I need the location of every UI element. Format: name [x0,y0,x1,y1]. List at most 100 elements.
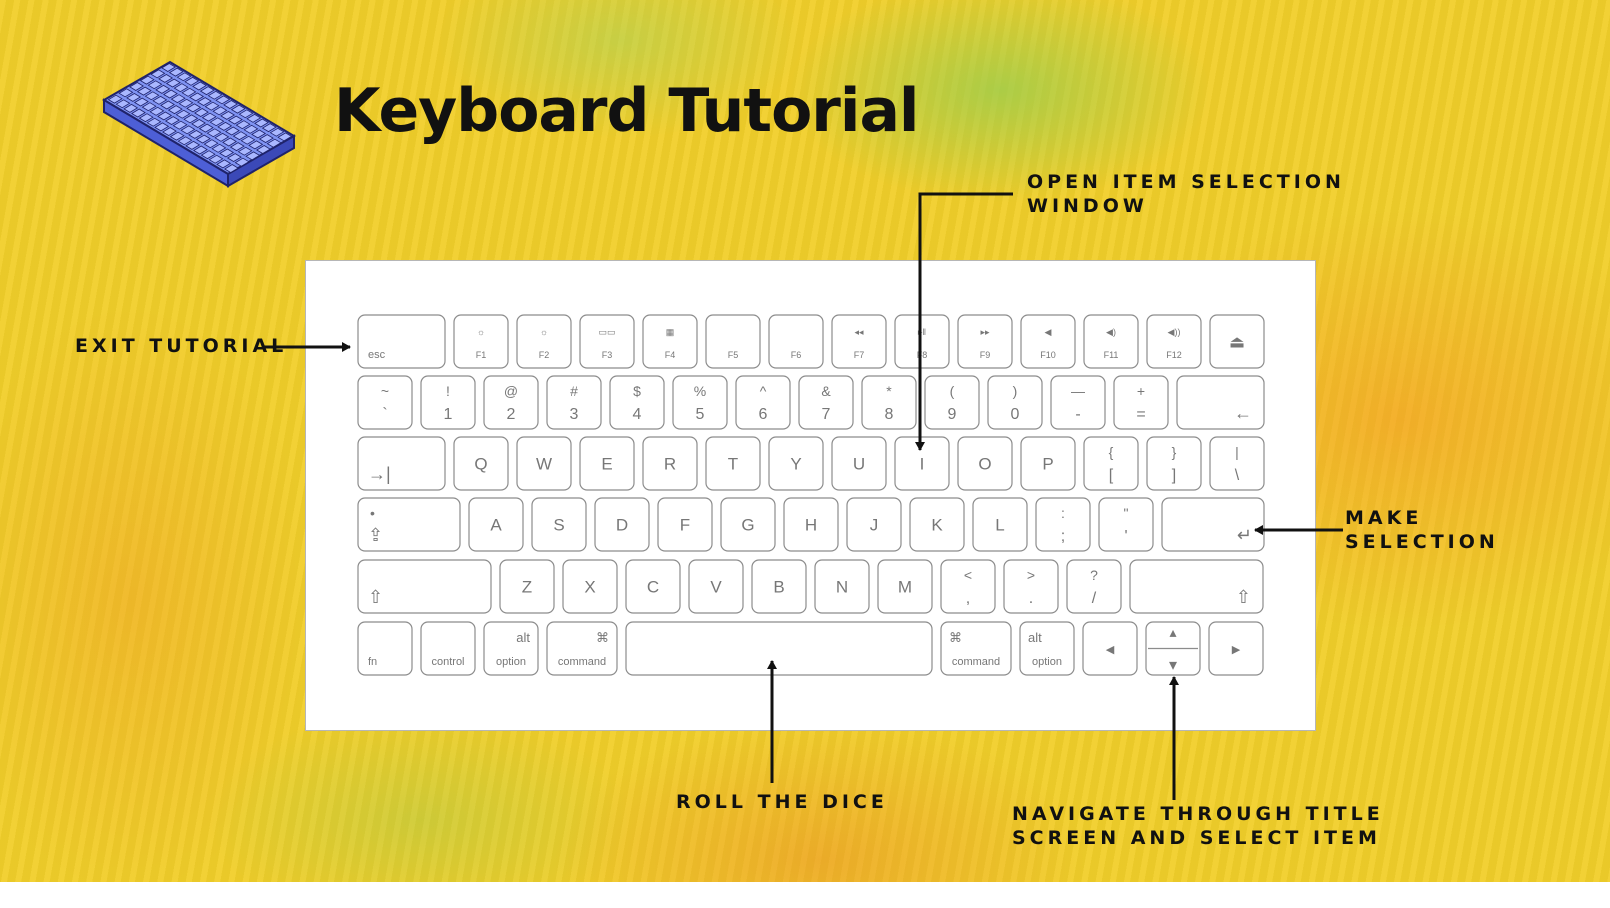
key-c: C [625,559,681,614]
make-selection-line1: MAKE [1345,507,1423,529]
key-1: !1 [420,375,476,430]
key-x-label: X [584,578,595,597]
key-b: B [751,559,807,614]
key-6-bottom: 6 [759,406,768,423]
key-fn: fn [357,621,413,676]
key-rcommand-bottom: command [952,656,1000,668]
key-8-top: * [886,383,892,399]
key-semicolon: :; [1035,497,1091,552]
key-f3-top: ▭▭ [598,327,615,337]
key-o: O [957,436,1013,491]
key-l: L [972,497,1028,552]
key-semicolon-bottom: ; [1061,528,1065,545]
key-f-label: F [680,516,690,535]
key-caps: •⇪ [357,497,461,552]
key-4-bottom: 4 [633,406,642,423]
key-u-label: U [853,455,865,474]
key-minus-bottom: - [1075,406,1080,423]
key-esc: esc [357,314,446,369]
open-item-selection-line1: OPEN ITEM SELECTION [1027,171,1345,193]
navigate-line2: SCREEN AND SELECT ITEM [1012,827,1381,849]
key-tilde: ~` [357,375,413,430]
key-6-top: ^ [760,383,767,399]
key-m-label: M [898,578,912,597]
key-minus-top: — [1071,383,1085,399]
key-loption-bottom: option [496,656,526,668]
key-h: H [783,497,839,552]
key-p: P [1020,436,1076,491]
key-quote: "' [1098,497,1154,552]
key-backslash: |\ [1209,436,1265,491]
key-updown: ▴▾ [1145,621,1201,676]
key-f3: ▭▭ F3 [579,314,635,369]
key-y: Y [768,436,824,491]
key-f12-top: ◀)) [1168,327,1181,337]
keyboard-logo-icon [102,60,296,188]
key-comma: <, [940,559,996,614]
key-f9: ▸▸ F9 [957,314,1013,369]
key-f11: ◀) F11 [1083,314,1139,369]
key-e-label: E [601,455,612,474]
key-slash-top: ? [1090,567,1098,583]
key-tab: →| [357,436,446,491]
key-f8-top: ▸‖ [918,327,926,337]
key-3-bottom: 3 [570,406,579,423]
key-lcommand-bottom: command [558,656,606,668]
key-control-bottom: control [431,656,464,668]
key-l-label: L [995,516,1004,535]
key-g: G [720,497,776,552]
key-tab-bottom: →| [368,464,391,484]
key-lcommand-top: ⌘ [596,630,609,645]
key-f10-top: ◀ [1045,327,1052,337]
key-caps-bottom: ⇪ [368,525,383,545]
key-w: W [516,436,572,491]
key-0: )0 [987,375,1043,430]
key-s-label: S [553,516,564,535]
key-f6: F6 [768,314,824,369]
key-i-label: I [920,455,925,474]
key-f1: ☼ F1 [453,314,509,369]
key-rshift-bottom: ⇧ [1236,587,1251,607]
make-selection-line2: SELECTION [1345,531,1499,553]
key-o-label: O [978,455,991,474]
key-f8: ▸‖ F8 [894,314,950,369]
key-lbracket-bottom: [ [1109,467,1114,484]
key-6: ^6 [735,375,791,430]
navigate-label: NAVIGATE THROUGH TITLE SCREEN AND SELECT… [1012,802,1384,850]
key-j-label: J [870,516,879,535]
key-t-label: T [728,455,738,474]
key-f7-top: ◂◂ [854,327,864,337]
key-r-label: R [664,455,676,474]
key-k-label: K [931,516,943,535]
key-period-top: > [1027,567,1035,583]
key-equals-top: + [1137,383,1145,399]
key-2-top: @ [504,383,518,399]
key-f10: ◀ F10 [1020,314,1076,369]
key-control: control [420,621,476,676]
key-slash: ?/ [1066,559,1122,614]
key-quote-top: " [1124,505,1129,521]
key-v: V [688,559,744,614]
key-space [625,621,933,676]
key-f10-bottom: F10 [1040,350,1056,360]
key-z: Z [499,559,555,614]
key-loption-top: alt [516,630,530,645]
key-rshift: ⇧ [1129,559,1264,614]
key-roption-top: alt [1028,630,1042,645]
key-f11-top: ◀) [1106,327,1116,337]
key-7-top: & [821,383,831,399]
key-a-label: A [490,516,502,535]
key-left-label: ◂ [1106,640,1115,659]
key-3: #3 [546,375,602,430]
key-8-bottom: 8 [885,406,894,423]
key-1-bottom: 1 [444,406,453,423]
navigate-line1: NAVIGATE THROUGH TITLE [1012,803,1384,825]
key-delete: ← [1176,375,1265,430]
key-9-bottom: 9 [948,406,957,423]
key-n-label: N [836,578,848,597]
key-q-label: Q [474,455,487,474]
key-eject: ⏏ [1209,314,1265,369]
key-q: Q [453,436,509,491]
key-9: (9 [924,375,980,430]
key-updown-bottom: ▾ [1169,657,1177,674]
